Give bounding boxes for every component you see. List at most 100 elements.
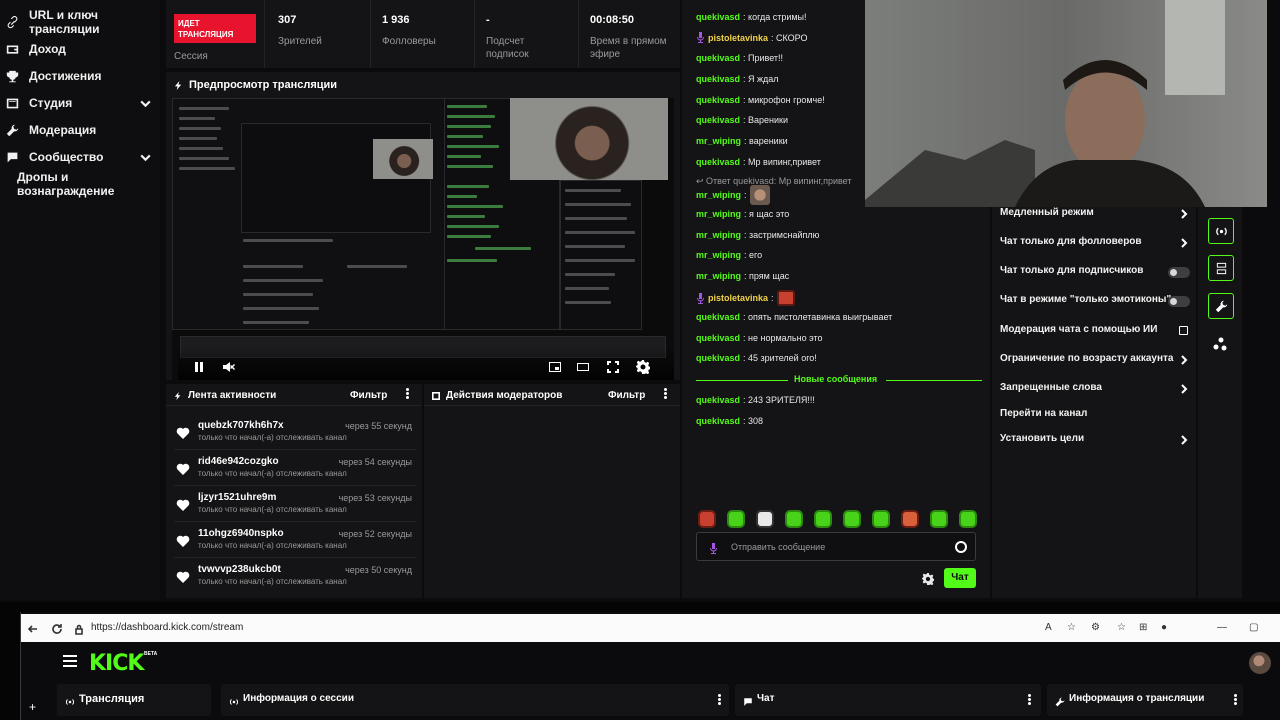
setting-ai-moderation[interactable]: Модерация чата с помощью ИИ [1000,324,1190,340]
sidebar-item-income[interactable]: Доход [6,39,156,59]
activity-username[interactable]: 11ohgz6940nspko [198,528,284,539]
site-info-button[interactable] [73,622,85,635]
read-aloud-icon[interactable]: A [1045,622,1052,633]
chat-username[interactable]: quekivasd [696,74,740,84]
sidebar-item-moderation[interactable]: Модерация [6,120,156,140]
emote-button[interactable] [872,510,890,528]
emote-button[interactable] [959,510,977,528]
theater-button[interactable] [576,360,590,374]
chat-username[interactable]: quekivasd [696,157,740,167]
emote-button[interactable] [901,510,919,528]
favorite-star-icon[interactable]: ☆ [1067,622,1076,633]
chat-username[interactable]: mr_wiping [696,136,741,146]
setting-account-age[interactable]: Ограничение по возрасту аккаунта [1000,353,1190,369]
setting-subscribers-only[interactable]: Чат только для подписчиков [1000,265,1190,281]
chat-username[interactable]: mr_wiping [696,190,741,200]
toggle-switch[interactable] [1168,296,1190,307]
setting-set-goals[interactable]: Установить цели [1000,433,1190,449]
chat-username[interactable]: pistoletavinka [708,293,768,303]
collections-icon[interactable]: ⊞ [1139,622,1147,633]
profile-icon[interactable]: ● [1161,622,1167,633]
emote-button[interactable] [843,510,861,528]
pause-button[interactable] [192,360,206,374]
broadcast-tool-button[interactable] [1208,218,1234,244]
setting-go-to-channel[interactable]: Перейти на канал [1000,408,1190,424]
chat-username[interactable]: quekivasd [696,53,740,63]
activity-username[interactable]: rid46e942cozgko [198,456,279,467]
sidebar-item-stream-url[interactable]: URL и ключ трансляции [6,8,156,36]
sidebar-item-community[interactable]: Сообщество [6,147,156,167]
emote-button[interactable] [698,510,716,528]
stream-preview-video[interactable] [172,98,674,380]
chat-username[interactable]: quekivasd [696,333,740,343]
favorites-list-icon[interactable]: ☆ [1117,622,1126,633]
chat-send-button[interactable]: Чат [944,568,976,588]
emote-button[interactable] [785,510,803,528]
setting-followers-only[interactable]: Чат только для фолловеров [1000,236,1190,252]
activity-filter-button[interactable]: Фильтр [350,390,387,401]
activity-username[interactable]: ljzyr1521uhre9m [198,492,276,503]
chat-message-input[interactable]: Отправить сообщение [696,532,976,561]
extensions-icon[interactable]: ⚙ [1091,622,1100,633]
setting-banned-words[interactable]: Запрещенные слова [1000,382,1190,398]
chat-username[interactable]: mr_wiping [696,271,741,281]
maximize-button[interactable]: ▢ [1249,622,1258,633]
chat-username[interactable]: quekivasd [696,395,740,405]
chat-username[interactable]: quekivasd [696,12,740,22]
setting-slow-mode[interactable]: Медленный режим [1000,207,1190,223]
chat-username[interactable]: quekivasd [696,95,740,105]
miniplayer-button[interactable] [548,360,562,374]
refresh-button[interactable] [51,622,63,634]
toggle-switch[interactable] [1168,267,1190,278]
kick-logo[interactable]: KICK [89,651,144,676]
more-options-icon[interactable] [717,693,721,705]
chat-username[interactable]: mr_wiping [696,209,741,219]
activity-username[interactable]: quebzk707kh6h7x [198,420,284,431]
sidebar-item-drops[interactable]: Дропы и вознаграждение [17,170,167,198]
avatar[interactable] [1249,652,1271,674]
chat-username[interactable]: quekivasd [696,115,740,125]
back-button[interactable] [27,622,39,634]
moderator-filter-button[interactable]: Фильтр [608,390,645,401]
setting-emote-only[interactable]: Чат в режиме "только эмотиконы" [1000,294,1190,310]
setting-label: Медленный режим [1000,207,1094,218]
chevron-down-icon[interactable] [139,97,152,110]
tab-session-info[interactable]: Информация о сессии [221,684,729,716]
tab-stream[interactable]: Трансляция [57,684,211,716]
url-text[interactable]: https://dashboard.kick.com/stream [91,622,243,633]
emoji-picker-icon[interactable] [955,541,967,553]
fullscreen-button[interactable] [606,360,620,374]
sidebar-item-achievements[interactable]: Достижения [6,66,156,86]
minimize-button[interactable]: — [1217,622,1227,633]
mute-button[interactable] [222,360,236,374]
chevron-down-icon[interactable] [139,151,152,164]
moderation-tool-button[interactable] [1208,293,1234,319]
emote-button[interactable] [814,510,832,528]
sidebar-item-studio[interactable]: Студия [6,93,156,113]
activity-item: quebzk707kh6h7x через 55 секунд только ч… [174,414,416,450]
chat-username[interactable]: quekivasd [696,312,740,322]
more-options-icon[interactable] [1027,693,1031,705]
tab-stream-info[interactable]: Информация о трансляции [1047,684,1243,716]
more-options-icon[interactable] [402,387,412,401]
connections-icon[interactable] [1213,337,1227,351]
chat-username[interactable]: pistoletavinka [708,33,768,43]
emote-button[interactable] [727,510,745,528]
emote-button[interactable] [756,510,774,528]
chat-username[interactable]: quekivasd [696,353,740,363]
settings-button[interactable] [635,360,651,375]
chat-username[interactable]: quekivasd [696,416,740,426]
chat-settings-button[interactable] [921,572,935,586]
add-tab-icon[interactable]: + [29,700,36,714]
hamburger-menu-icon[interactable] [63,655,77,667]
more-options-icon[interactable] [1233,693,1237,705]
activity-username[interactable]: tvwvvp238ukcb0t [198,564,281,575]
chat-username[interactable]: mr_wiping [696,230,741,240]
chat-username[interactable]: mr_wiping [696,250,741,260]
tab-chat[interactable]: Чат [735,684,1041,716]
chat-input-placeholder: Отправить сообщение [731,542,826,552]
emote-button[interactable] [930,510,948,528]
more-options-icon[interactable] [660,387,670,401]
layout-tool-button[interactable] [1208,255,1234,281]
preview-title-text: Предпросмотр трансляции [189,79,338,91]
